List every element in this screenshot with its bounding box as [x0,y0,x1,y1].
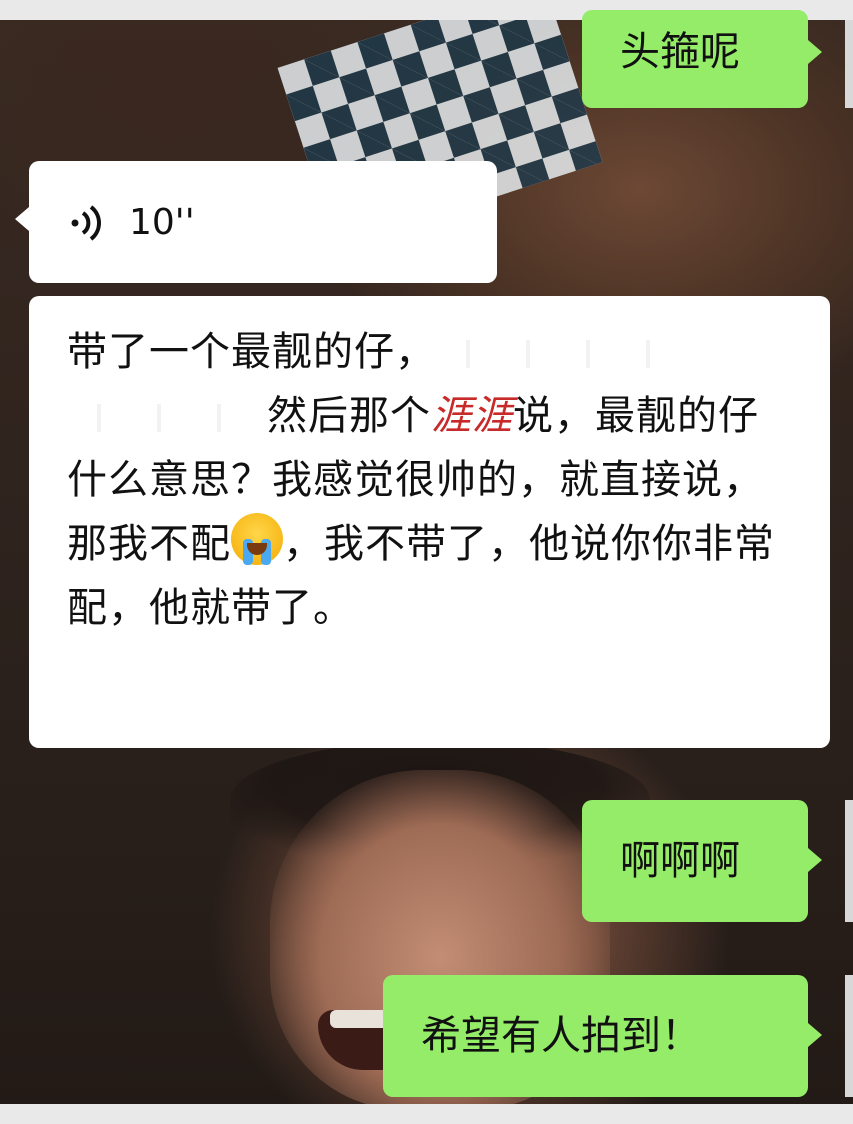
right-edge-avatar-sliver [845,20,853,108]
bubble-tail [808,848,822,872]
message-bubble-incoming[interactable]: 带了一个最靓的仔， 然后那个涯涯说，最靓的仔什么意思？我感觉很帅的，就直接说，那我… [29,296,830,748]
bubble-tail [15,207,29,231]
redacted-text [436,340,666,368]
voice-message-bubble[interactable]: 10'' [15,161,497,283]
loudly-crying-face-icon [231,513,283,565]
message-text: 希望有人拍到！ [421,1013,701,1059]
message-text-segment: 然后那个 [267,393,431,439]
message-text: 头箍呢 [620,29,740,75]
bubble-tail [808,40,822,64]
message-bubble-outgoing[interactable]: 希望有人拍到！ [383,975,822,1097]
message-text: 带了一个最靓的仔， 然后那个涯涯说，最靓的仔什么意思？我感觉很帅的，就直接说，那我… [67,320,797,640]
message-bubble-outgoing[interactable]: 啊啊啊 [582,800,822,922]
message-bubble-outgoing[interactable]: 头箍呢 [582,10,822,108]
voice-duration: 10'' [129,202,195,243]
redacted-text [67,404,267,432]
bottom-edge-strip [0,1104,853,1124]
right-edge-avatar-sliver [845,800,853,922]
voice-wave-icon [71,205,101,241]
message-text: 啊啊啊 [620,838,740,884]
right-edge-avatar-sliver [845,975,853,1097]
bubble-tail [808,1023,822,1047]
message-text-segment: 带了一个最靓的仔， [67,329,436,375]
scribble-overlay: 涯涯 [431,393,513,439]
